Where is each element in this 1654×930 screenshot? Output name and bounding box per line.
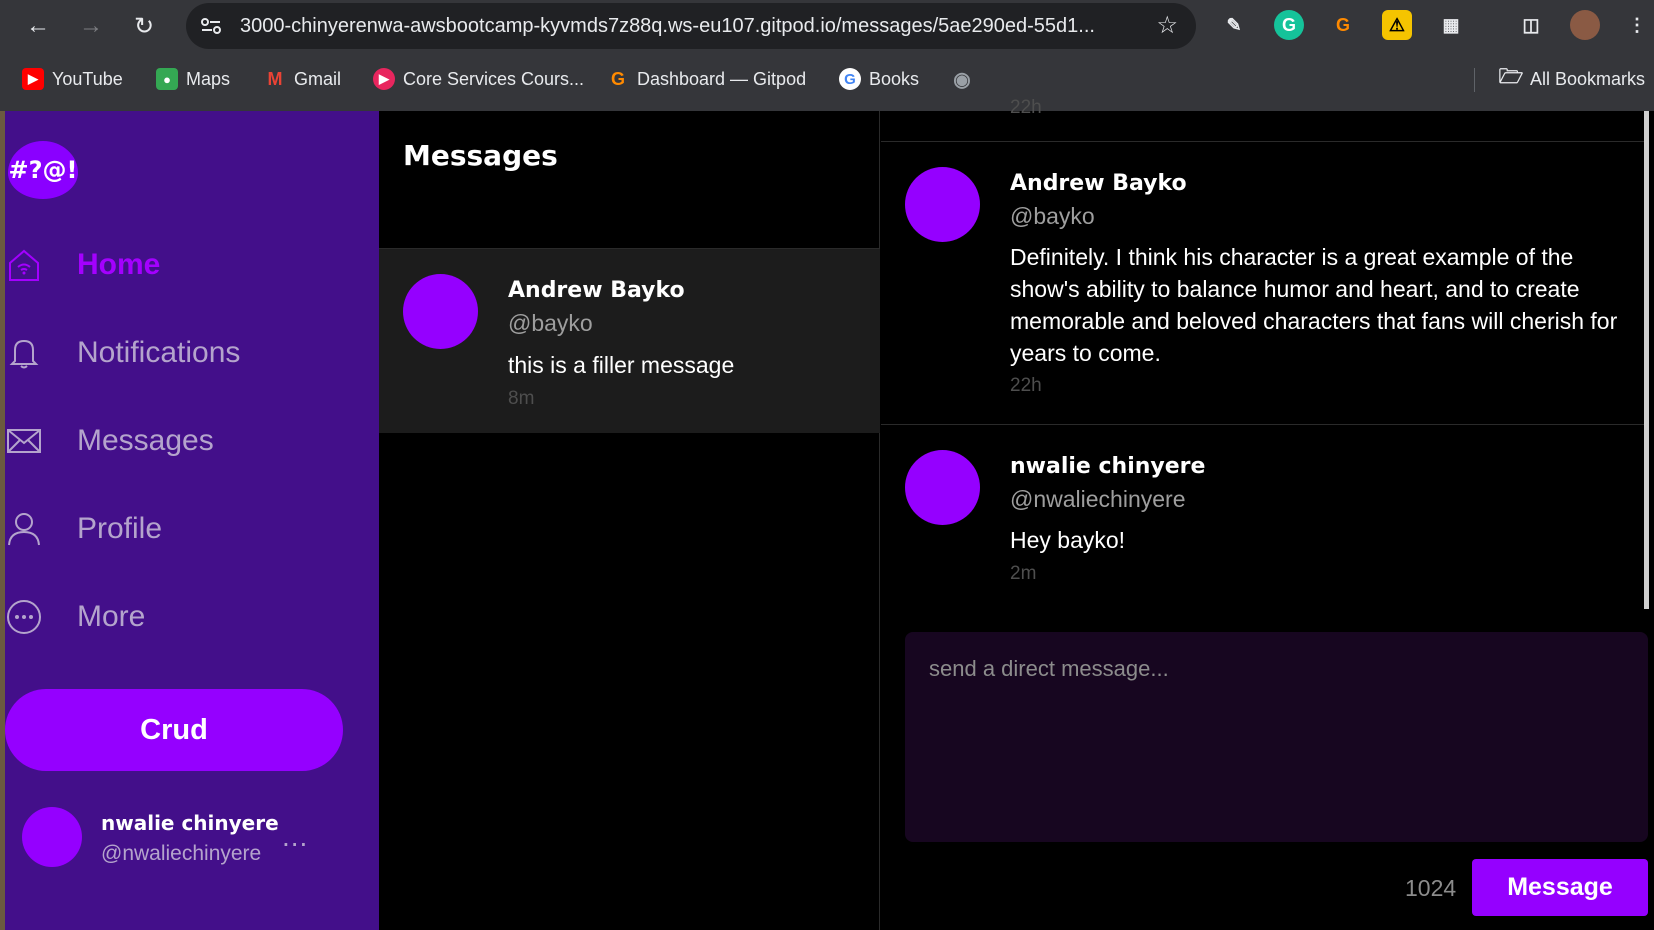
bookmark-core-services[interactable]: ▶ Core Services Cours... xyxy=(373,68,584,90)
sidebar: #?@! Home Notifications Messages Profile… xyxy=(0,111,379,930)
avatar xyxy=(905,450,980,525)
extensions-puzzle-icon[interactable]: ▦ xyxy=(1436,10,1466,40)
nav-label-notifications: Notifications xyxy=(77,336,241,369)
app-logo[interactable]: #?@! xyxy=(8,141,78,199)
side-panel-icon[interactable]: ◫ xyxy=(1516,10,1546,40)
nav-item-messages[interactable]: Messages xyxy=(0,411,379,471)
address-bar[interactable]: 3000-chinyerenwa-awsbootcamp-kyvmds7z88q… xyxy=(186,3,1196,49)
nav-item-notifications[interactable]: Notifications xyxy=(0,323,379,383)
all-bookmarks-button[interactable]: 🗁 All Bookmarks xyxy=(1498,66,1646,90)
message-author-name: Andrew Bayko xyxy=(1010,171,1187,196)
person-icon xyxy=(8,513,40,546)
send-message-button[interactable]: Message xyxy=(1472,859,1648,916)
browser-chrome: ← → ↻ 3000-chinyerenwa-awsbootcamp-kyvmd… xyxy=(0,0,1654,111)
profile-avatar-icon[interactable] xyxy=(1570,10,1600,40)
page-title: Messages xyxy=(403,139,558,172)
character-count: 1024 xyxy=(1405,875,1457,901)
conversation-preview: this is a filler message xyxy=(508,352,735,378)
maps-icon: ● xyxy=(156,68,178,90)
all-bookmarks-label: All Bookmarks xyxy=(1530,68,1646,89)
nav-label-profile: Profile xyxy=(77,512,163,545)
conversation-item[interactable]: Andrew Bayko @bayko this is a filler mes… xyxy=(379,249,880,433)
warning-extension-icon[interactable]: ⚠ xyxy=(1382,10,1412,40)
conversation-handle: @bayko xyxy=(508,310,593,336)
current-user-handle: @nwaliechinyere xyxy=(101,842,262,865)
bookmark-star-icon[interactable]: ☆ xyxy=(1156,11,1178,40)
avatar xyxy=(905,167,980,242)
nav-label-messages: Messages xyxy=(77,424,214,457)
grammarly-extension-icon[interactable]: G xyxy=(1274,10,1304,40)
bell-icon xyxy=(9,339,39,369)
crud-button[interactable]: Crud xyxy=(5,689,343,771)
gitpod-extension-icon[interactable]: G xyxy=(1328,10,1358,40)
message-time: 2m xyxy=(1010,563,1037,584)
nav-label-home: Home xyxy=(77,248,161,281)
message-time: 22h xyxy=(1010,375,1042,396)
bookmark-label: YouTube xyxy=(52,68,123,89)
chrome-menu-icon[interactable]: ⋮ xyxy=(1622,10,1652,40)
home-icon xyxy=(9,249,39,281)
bookmark-label: Gmail xyxy=(294,68,342,89)
bookmark-youtube[interactable]: ▶ YouTube xyxy=(22,68,123,90)
conversation-name: Andrew Bayko xyxy=(508,278,685,303)
message-author-name: nwalie chinyere xyxy=(1010,454,1206,479)
eyedropper-extension-icon[interactable]: ✎ xyxy=(1219,10,1249,40)
more-circle-icon xyxy=(7,600,41,634)
scrollbar[interactable] xyxy=(1644,111,1649,609)
message-body: Definitely. I think his character is a g… xyxy=(1010,244,1618,366)
back-icon[interactable]: ← xyxy=(22,10,54,42)
site-settings-icon[interactable] xyxy=(200,16,222,36)
bookmark-globe[interactable]: ◉ xyxy=(951,68,973,91)
course-icon: ▶ xyxy=(373,68,395,90)
message-thread: 22h Andrew Bayko @bayko Definitely. I th… xyxy=(881,97,1649,930)
bookmark-books[interactable]: G Books xyxy=(839,68,919,90)
avatar xyxy=(403,274,478,349)
message-item-partial: 22h xyxy=(881,97,1648,142)
message-item: nwalie chinyere @nwaliechinyere Hey bayk… xyxy=(881,425,1648,615)
app: #?@! Home Notifications Messages Profile… xyxy=(0,97,1654,930)
nav-item-home[interactable]: Home xyxy=(0,235,379,295)
gitpod-icon: G xyxy=(610,68,625,89)
direct-message-input[interactable] xyxy=(905,632,1648,842)
message-item: Andrew Bayko @bayko Definitely. I think … xyxy=(881,142,1648,425)
bookmarks-divider xyxy=(1474,68,1475,92)
google-icon: G xyxy=(839,68,861,90)
bookmark-label: Books xyxy=(869,68,920,89)
bookmark-gitpod[interactable]: G Dashboard — Gitpod xyxy=(607,68,806,90)
current-user-name: nwalie chinyere xyxy=(101,811,279,835)
browser-toolbar: ← → ↻ 3000-chinyerenwa-awsbootcamp-kyvmd… xyxy=(0,0,1654,52)
youtube-icon: ▶ xyxy=(22,68,44,90)
user-menu-button[interactable]: ... xyxy=(282,821,308,853)
message-author-handle: @bayko xyxy=(1010,203,1095,229)
nav-label-more: More xyxy=(77,600,146,633)
forward-icon[interactable]: → xyxy=(75,10,107,42)
globe-icon: ◉ xyxy=(953,68,971,91)
nav-item-more[interactable]: More xyxy=(0,587,379,647)
folder-icon: 🗁 xyxy=(1498,66,1524,88)
message-groups-panel: Messages Andrew Bayko @bayko this is a f… xyxy=(379,111,880,930)
url-text[interactable]: 3000-chinyerenwa-awsbootcamp-kyvmds7z88q… xyxy=(240,15,1130,38)
message-time: 22h xyxy=(1010,97,1042,118)
avatar[interactable] xyxy=(22,807,82,867)
envelope-icon xyxy=(7,429,41,453)
current-user-card: nwalie chinyere @nwaliechinyere ... xyxy=(22,807,362,871)
bookmark-label: Dashboard — Gitpod xyxy=(637,68,807,89)
message-body: Hey bayko! xyxy=(1010,527,1126,553)
bookmark-label: Core Services Cours... xyxy=(403,68,585,89)
message-author-handle: @nwaliechinyere xyxy=(1010,486,1186,512)
gmail-icon: M xyxy=(267,68,283,89)
bookmark-gmail[interactable]: M Gmail xyxy=(264,68,342,90)
nav-item-profile[interactable]: Profile xyxy=(0,499,379,559)
bookmark-label: Maps xyxy=(186,68,231,89)
bookmarks-bar: ▶ YouTube ● Maps M Gmail ▶ Core Services… xyxy=(0,60,1654,100)
bookmark-maps[interactable]: ● Maps xyxy=(156,68,230,90)
reload-icon[interactable]: ↻ xyxy=(128,10,160,42)
conversation-time: 8m xyxy=(508,388,535,409)
